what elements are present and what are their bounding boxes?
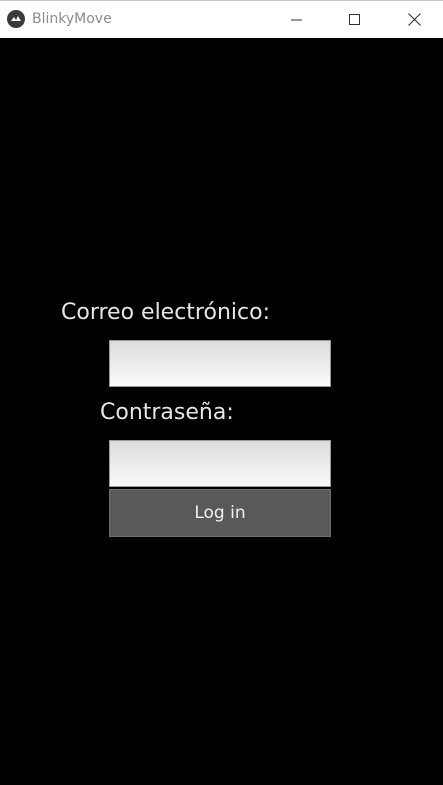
login-button-label: Log in	[194, 503, 246, 523]
maximize-button[interactable]	[326, 1, 384, 38]
close-icon	[407, 13, 421, 26]
window-title: BlinkyMove	[32, 11, 112, 27]
password-field[interactable]	[109, 440, 331, 487]
kivy-logo-icon	[7, 10, 25, 28]
login-button[interactable]: Log in	[109, 489, 331, 537]
app-window: BlinkyMove Correo electrónico: Contraseñ…	[0, 0, 443, 785]
email-field[interactable]	[109, 340, 331, 387]
login-screen: Correo electrónico: Contraseña: Log in	[0, 38, 443, 785]
maximize-icon	[349, 13, 360, 25]
password-label: Contraseña:	[100, 400, 234, 425]
minimize-icon	[291, 19, 302, 20]
email-label: Correo electrónico:	[61, 300, 270, 325]
close-button[interactable]	[385, 1, 443, 38]
minimize-button[interactable]	[268, 1, 326, 38]
title-bar[interactable]: BlinkyMove	[0, 0, 443, 38]
